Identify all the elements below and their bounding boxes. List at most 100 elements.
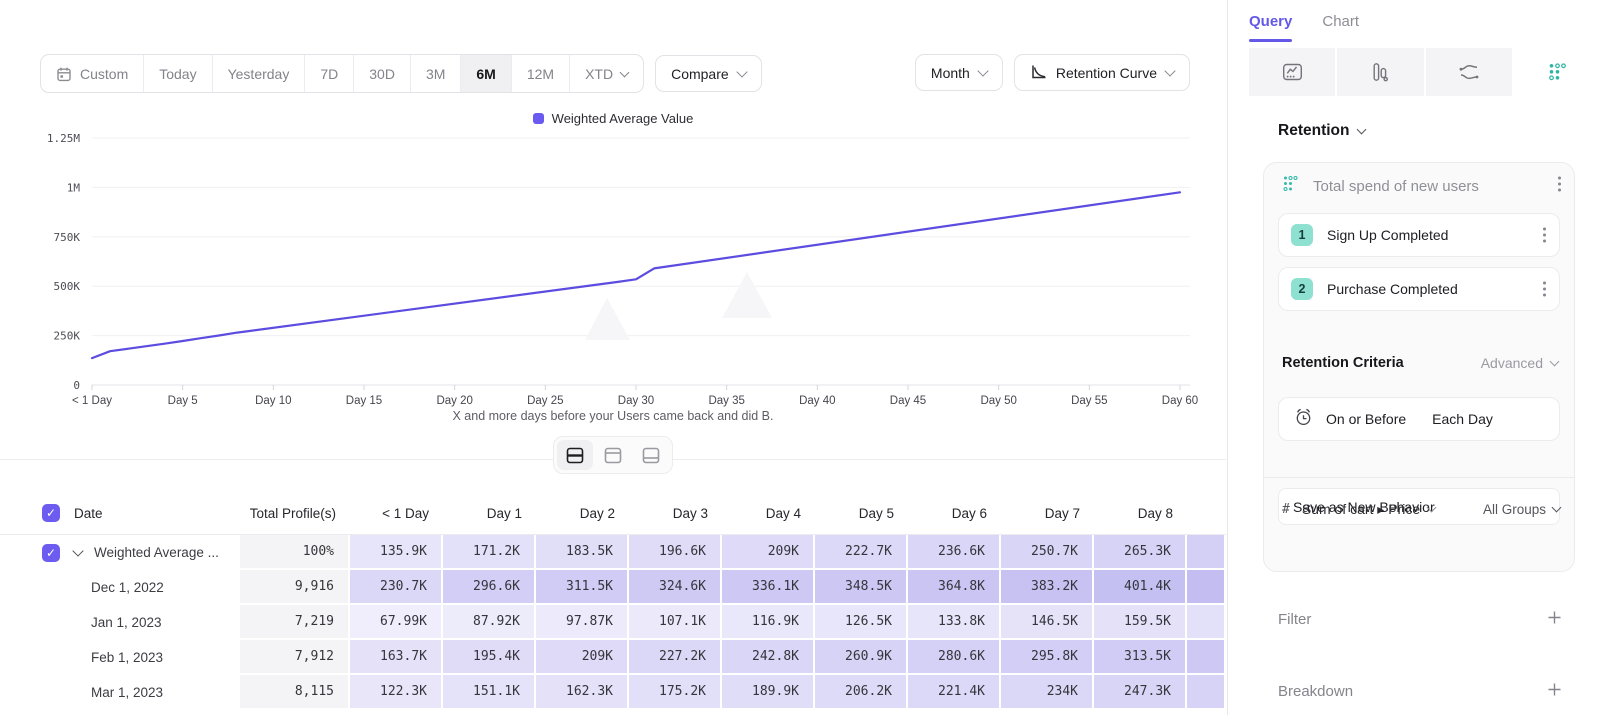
- retention-value-cell[interactable]: 311.5K: [536, 570, 629, 605]
- retention-value-cell[interactable]: 175.2K: [629, 675, 722, 710]
- retention-value-cell[interactable]: 146.5K: [1001, 605, 1094, 640]
- retention-line-chart[interactable]: 0250K500K750K1M1.25M< 1 DayDay 5Day 10Da…: [0, 105, 1226, 410]
- retention-value-cell[interactable]: 87.92K: [443, 605, 536, 640]
- retention-value-cell[interactable]: 183.5K: [536, 535, 629, 570]
- total-profiles-cell: 7,912: [240, 640, 350, 675]
- retention-value-cell[interactable]: 242.8K: [722, 640, 815, 675]
- report-tab-retention[interactable]: [1514, 48, 1600, 96]
- retention-value-cell[interactable]: 234K: [1001, 675, 1094, 710]
- expand-chevron-icon[interactable]: [72, 545, 83, 556]
- select-all-checkbox[interactable]: ✓: [42, 504, 60, 522]
- retention-value-cell[interactable]: 151.1K: [443, 675, 536, 710]
- groups-dropdown[interactable]: All Groups: [1483, 502, 1560, 517]
- retention-value-cell[interactable]: 135.9K: [350, 535, 443, 570]
- date-range-7d[interactable]: 7D: [304, 55, 353, 92]
- retention-value-cell[interactable]: 260.9K: [815, 640, 908, 675]
- report-tab-funnels[interactable]: [1337, 48, 1425, 96]
- date-range-yesterday[interactable]: Yesterday: [212, 55, 305, 92]
- retention-value-cell[interactable]: 348.5K: [815, 570, 908, 605]
- retention-value-cell[interactable]: 159.5K: [1094, 605, 1187, 640]
- retention-value-cell[interactable]: 107.1K: [629, 605, 722, 640]
- number-property-icon: #: [1282, 502, 1290, 517]
- retention-value-cell[interactable]: 171.2K: [443, 535, 536, 570]
- x-axis-tick-label: Day 15: [346, 395, 382, 407]
- chart-type-button[interactable]: Retention Curve: [1014, 54, 1190, 91]
- granularity-button[interactable]: Month: [915, 54, 1003, 91]
- retention-value-cell-partial: [1187, 535, 1226, 570]
- row-label-cell: ✓ Weighted Average ...: [0, 535, 240, 570]
- retention-value-cell[interactable]: 295.8K: [1001, 640, 1094, 675]
- retention-value-cell[interactable]: 222.7K: [815, 535, 908, 570]
- kebab-menu-icon[interactable]: [1542, 226, 1547, 244]
- retention-value-cell[interactable]: 162.3K: [536, 675, 629, 710]
- retention-value-cell[interactable]: 364.8K: [908, 570, 1001, 605]
- section-title-retention[interactable]: Retention: [1278, 122, 1365, 140]
- retention-value-cell[interactable]: 221.4K: [908, 675, 1001, 710]
- advanced-dropdown[interactable]: Advanced: [1481, 355, 1558, 371]
- retention-value-cell[interactable]: 401.4K: [1094, 570, 1187, 605]
- weighted-average-line[interactable]: [92, 192, 1180, 358]
- kebab-menu-icon[interactable]: [1542, 280, 1547, 298]
- retention-value-cell[interactable]: 209K: [722, 535, 815, 570]
- add-filter-button[interactable]: [1547, 610, 1562, 629]
- retention-value-cell[interactable]: 250.7K: [1001, 535, 1094, 570]
- layout-toggle-split-view[interactable]: [557, 440, 593, 470]
- kebab-menu-icon[interactable]: [1557, 175, 1562, 198]
- row-label: Weighted Average ...: [94, 545, 219, 560]
- retention-value-cell[interactable]: 67.99K: [350, 605, 443, 640]
- criteria-unit[interactable]: Each Day: [1432, 411, 1493, 427]
- retention-value-cell[interactable]: 236.6K: [908, 535, 1001, 570]
- breakdown-label: Breakdown: [1278, 683, 1353, 700]
- retention-value-cell[interactable]: 189.9K: [722, 675, 815, 710]
- retention-value-cell[interactable]: 280.6K: [908, 640, 1001, 675]
- date-range-3m[interactable]: 3M: [410, 55, 460, 92]
- retention-value-cell[interactable]: 227.2K: [629, 640, 722, 675]
- layout-toggle-bottom-panel-view[interactable]: [633, 440, 669, 470]
- panel-tab-query[interactable]: Query: [1249, 0, 1292, 42]
- retention-value-cell[interactable]: 126.5K: [815, 605, 908, 640]
- retention-value-cell[interactable]: 195.4K: [443, 640, 536, 675]
- chevron-down-icon: [736, 66, 747, 77]
- date-range-today[interactable]: Today: [143, 55, 211, 92]
- retention-value-cell[interactable]: 336.1K: [722, 570, 815, 605]
- retention-value-cell[interactable]: 230.7K: [350, 570, 443, 605]
- compare-button[interactable]: Compare: [655, 55, 762, 92]
- date-range-6m[interactable]: 6M: [460, 55, 510, 92]
- retention-value-cell[interactable]: 122.3K: [350, 675, 443, 710]
- x-axis-tick-label: Day 30: [618, 395, 654, 407]
- behavior-step-1[interactable]: 1Sign Up Completed: [1278, 213, 1560, 257]
- panel-tab-chart[interactable]: Chart: [1322, 0, 1359, 42]
- retention-value-cell[interactable]: 97.87K: [536, 605, 629, 640]
- date-range-30d[interactable]: 30D: [353, 55, 410, 92]
- retention-value-cell[interactable]: 296.6K: [443, 570, 536, 605]
- retention-value-cell[interactable]: 133.8K: [908, 605, 1001, 640]
- retention-value-cell[interactable]: 313.5K: [1094, 640, 1187, 675]
- behavior-step-2[interactable]: 2Purchase Completed: [1278, 267, 1560, 311]
- retention-value-cell[interactable]: 247.3K: [1094, 675, 1187, 710]
- column-header-day-6: Day 6: [908, 492, 1001, 534]
- retention-value-cell[interactable]: 383.2K: [1001, 570, 1094, 605]
- add-breakdown-button[interactable]: [1547, 682, 1562, 701]
- retention-value-cell[interactable]: 116.9K: [722, 605, 815, 640]
- chevron-down-icon: [1552, 503, 1562, 513]
- row-checkbox[interactable]: ✓: [42, 544, 60, 562]
- total-profiles-cell: 9,916: [240, 570, 350, 605]
- report-tab-flows[interactable]: [1426, 48, 1514, 96]
- retention-value-cell[interactable]: 206.2K: [815, 675, 908, 710]
- retention-value-cell[interactable]: 196.6K: [629, 535, 722, 570]
- table-row: Feb 1, 20237,912163.7K195.4K209K227.2K24…: [0, 640, 1226, 675]
- criteria-timing-card[interactable]: On or Before Each Day: [1278, 397, 1560, 441]
- retention-value-cell[interactable]: 265.3K: [1094, 535, 1187, 570]
- report-tab-insights[interactable]: [1249, 48, 1337, 96]
- retention-value-cell[interactable]: 163.7K: [350, 640, 443, 675]
- main-area: CustomTodayYesterday7D30D3M6M12M XTD Comp…: [0, 0, 1226, 715]
- retention-value-cell[interactable]: 209K: [536, 640, 629, 675]
- layout-toggle-top-panel-view[interactable]: [595, 440, 631, 470]
- measurement-property-dropdown[interactable]: Sum of cart ▸ Price: [1302, 501, 1435, 518]
- retention-value-cell[interactable]: 324.6K: [629, 570, 722, 605]
- date-range-xtd[interactable]: XTD: [569, 55, 643, 92]
- date-range-label: XTD: [585, 66, 613, 82]
- date-range-custom[interactable]: Custom: [41, 55, 143, 92]
- criteria-condition[interactable]: On or Before: [1326, 411, 1406, 427]
- date-range-12m[interactable]: 12M: [511, 55, 569, 92]
